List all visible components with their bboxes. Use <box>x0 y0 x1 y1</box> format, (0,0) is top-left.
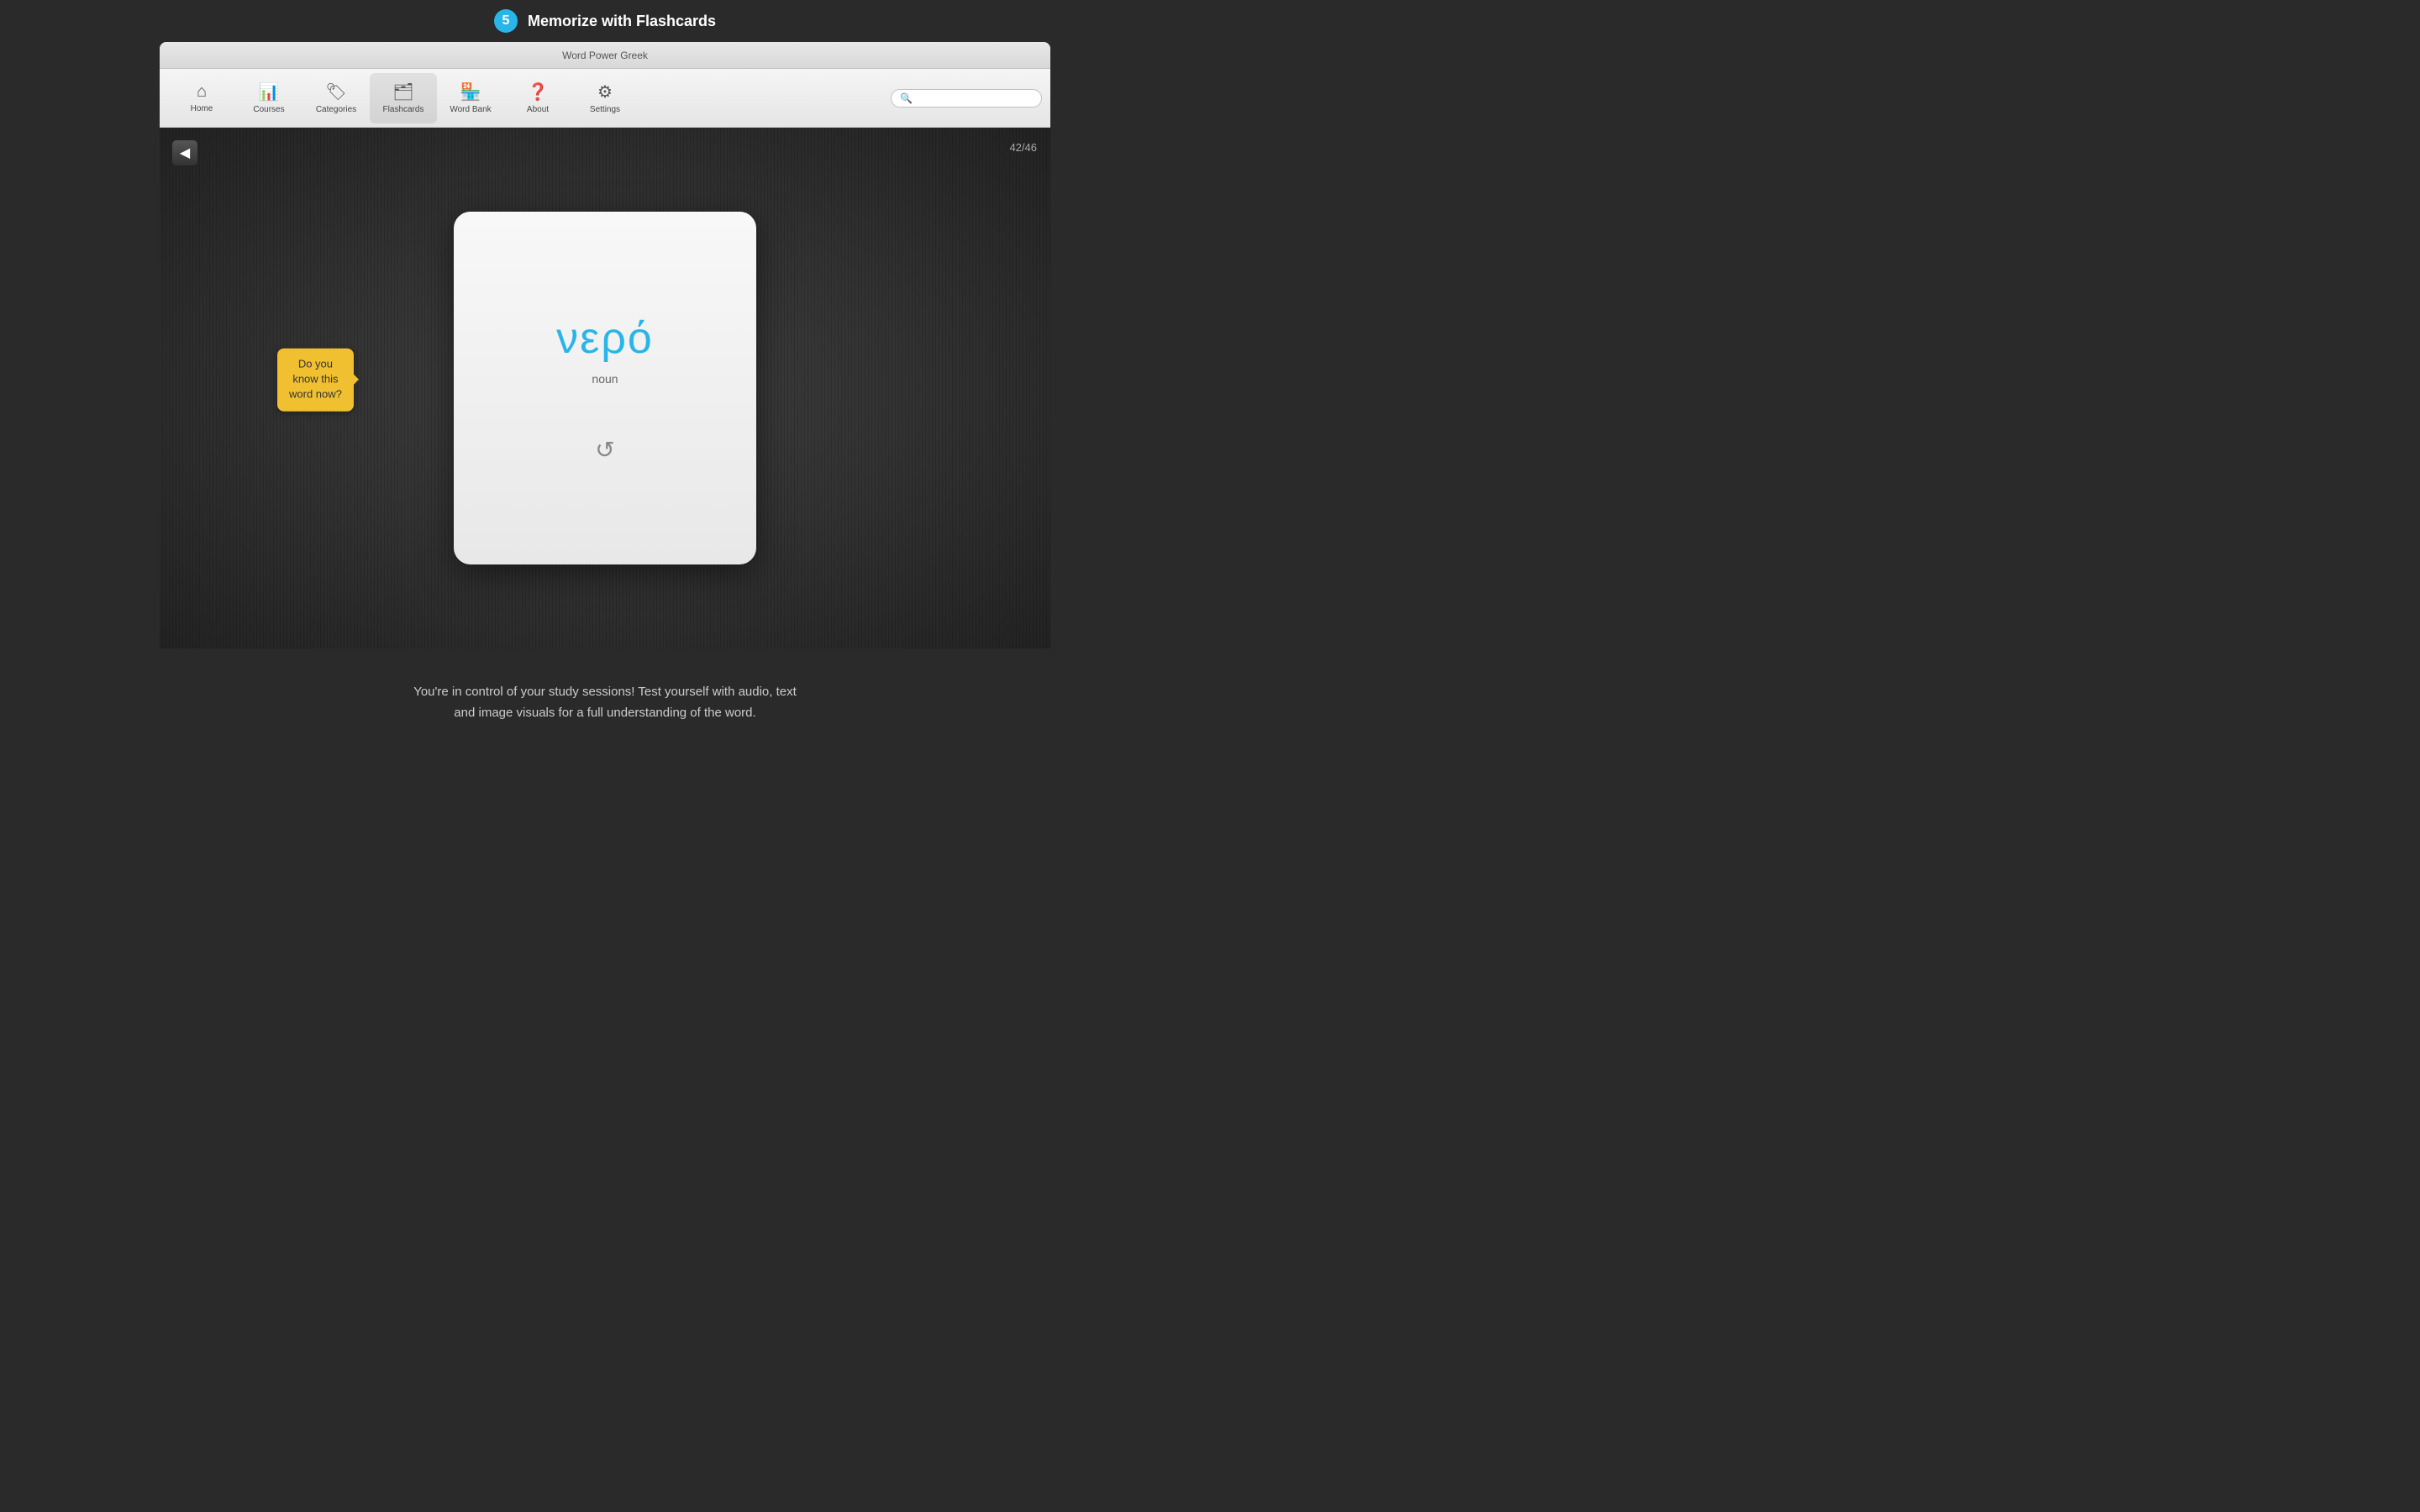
app-icon: 5 <box>494 9 518 33</box>
flip-icon[interactable]: ↺ <box>595 436 614 464</box>
nav-wordbank[interactable]: 🏪 Word Bank <box>437 73 504 123</box>
toolbar-nav: ⌂ Home 📊 Courses 🏷 Categories 🗂 Flashcar… <box>168 73 891 123</box>
window-title: Word Power Greek <box>562 50 648 61</box>
back-button[interactable]: ◀ <box>171 139 198 166</box>
tooltip-bubble: Do you know this word now? <box>277 349 354 412</box>
main-window: Word Power Greek ⌂ Home 📊 Courses 🏷 Cate… <box>160 42 1050 648</box>
flashcards-label: Flashcards <box>383 105 424 114</box>
about-icon: ❓ <box>528 81 549 102</box>
card-counter: 42/46 <box>1009 141 1037 154</box>
nav-about[interactable]: ❓ About <box>504 73 571 123</box>
content-area: ◀ 42/46 Do you know this word now? νερό … <box>160 128 1050 648</box>
nav-settings[interactable]: ⚙ Settings <box>571 73 639 123</box>
top-bar: 5 Memorize with Flashcards <box>0 0 1210 42</box>
back-arrow-icon: ◀ <box>180 144 190 161</box>
search-icon: 🔍 <box>900 92 913 104</box>
nav-categories[interactable]: 🏷 Categories <box>302 73 370 123</box>
search-input[interactable] <box>918 92 1035 104</box>
courses-icon: 📊 <box>259 81 280 102</box>
categories-icon: 🏷 <box>325 81 346 102</box>
tooltip-line2: know this <box>292 373 338 386</box>
settings-icon: ⚙ <box>597 81 613 102</box>
bottom-description: You're in control of your study sessions… <box>0 648 1210 756</box>
home-icon: ⌂ <box>197 82 207 102</box>
window-titlebar: Word Power Greek <box>160 42 1050 69</box>
card-word: νερό <box>556 313 654 364</box>
nav-flashcards[interactable]: 🗂 Flashcards <box>370 73 437 123</box>
nav-courses[interactable]: 📊 Courses <box>235 73 302 123</box>
about-label: About <box>527 105 549 114</box>
bottom-line2: and image visuals for a full understandi… <box>454 706 755 720</box>
bottom-line1: You're in control of your study sessions… <box>413 685 797 699</box>
home-label: Home <box>191 104 213 113</box>
search-box[interactable]: 🔍 <box>891 89 1042 108</box>
flashcards-icon: 🗂 <box>392 81 413 102</box>
bottom-text: You're in control of your study sessions… <box>413 681 797 724</box>
wordbank-icon: 🏪 <box>460 81 481 102</box>
app-title: Memorize with Flashcards <box>528 13 716 30</box>
wordbank-label: Word Bank <box>450 105 491 114</box>
categories-label: Categories <box>316 105 356 114</box>
courses-label: Courses <box>253 105 284 114</box>
nav-home[interactable]: ⌂ Home <box>168 73 235 123</box>
settings-label: Settings <box>590 105 620 114</box>
toolbar: ⌂ Home 📊 Courses 🏷 Categories 🗂 Flashcar… <box>160 69 1050 128</box>
tooltip-line3: word now? <box>289 388 342 401</box>
flashcard[interactable]: νερό noun ↺ <box>454 212 756 564</box>
tooltip-line1: Do you <box>298 358 333 370</box>
card-type: noun <box>592 372 618 386</box>
